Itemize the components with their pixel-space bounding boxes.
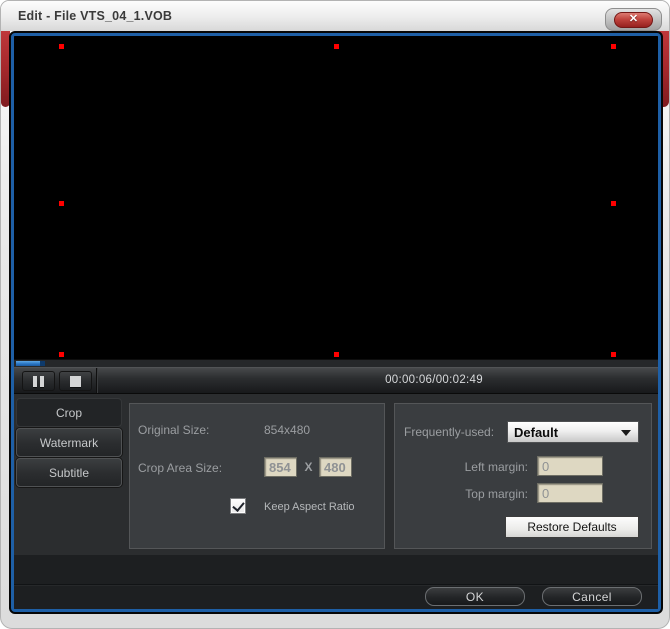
crop-handle-top-left[interactable] bbox=[59, 44, 64, 49]
stop-button[interactable] bbox=[59, 371, 92, 391]
seek-progress bbox=[16, 361, 40, 366]
cancel-button[interactable]: Cancel bbox=[542, 587, 642, 606]
crop-handle-bottom-center[interactable] bbox=[334, 352, 339, 357]
edit-dialog-window: Edit - File VTS_04_1.VOB ✕ bbox=[0, 0, 670, 629]
crop-size-separator: X bbox=[301, 460, 316, 474]
crop-area-size-label: Crop Area Size: bbox=[138, 461, 222, 475]
tab-subtitle[interactable]: Subtitle bbox=[16, 458, 122, 487]
original-size-value: 854x480 bbox=[264, 423, 310, 437]
crop-handle-bottom-left[interactable] bbox=[59, 352, 64, 357]
top-margin-input[interactable] bbox=[537, 483, 603, 503]
close-icon: ✕ bbox=[629, 14, 638, 25]
settings-area: Crop Watermark Subtitle Original Size: 8… bbox=[14, 393, 658, 555]
dialog-body: 00:00:06/00:02:49 Crop Watermark Subtitl… bbox=[9, 31, 663, 614]
stop-icon bbox=[70, 376, 81, 387]
footer-bar: OK Cancel bbox=[14, 555, 658, 609]
video-preview bbox=[14, 36, 658, 359]
tab-watermark[interactable]: Watermark bbox=[16, 428, 122, 457]
restore-defaults-label: Restore Defaults bbox=[527, 520, 616, 534]
original-size-label: Original Size: bbox=[138, 423, 209, 437]
footer-divider bbox=[14, 584, 658, 585]
keep-aspect-label: Keep Aspect Ratio bbox=[264, 501, 355, 513]
ok-button[interactable]: OK bbox=[425, 587, 525, 606]
tab-subtitle-label: Subtitle bbox=[49, 466, 89, 480]
crop-handle-top-right[interactable] bbox=[611, 44, 616, 49]
frequently-used-label: Frequently-used: bbox=[404, 425, 494, 439]
dropdown-arrow-icon bbox=[621, 430, 631, 436]
restore-defaults-button[interactable]: Restore Defaults bbox=[505, 516, 639, 538]
crop-handle-top-center[interactable] bbox=[334, 44, 339, 49]
top-margin-label: Top margin: bbox=[395, 487, 528, 501]
toolbar-divider bbox=[96, 368, 97, 394]
tab-crop[interactable]: Crop bbox=[16, 398, 122, 427]
seek-bar[interactable] bbox=[14, 359, 658, 367]
frequently-used-value: Default bbox=[508, 425, 558, 440]
close-button-well: ✕ bbox=[605, 8, 662, 31]
transport-bar: 00:00:06/00:02:49 bbox=[14, 367, 658, 393]
dialog-content: 00:00:06/00:02:49 Crop Watermark Subtitl… bbox=[11, 33, 661, 612]
ok-button-label: OK bbox=[466, 590, 484, 604]
frequently-used-dropdown[interactable]: Default bbox=[507, 421, 639, 443]
left-margin-label: Left margin: bbox=[395, 460, 528, 474]
left-margin-input[interactable] bbox=[537, 456, 603, 476]
window-title: Edit - File VTS_04_1.VOB bbox=[18, 9, 172, 23]
crop-height-input[interactable] bbox=[319, 457, 352, 477]
crop-width-input[interactable] bbox=[264, 457, 297, 477]
keep-aspect-checkbox[interactable] bbox=[230, 498, 246, 514]
crop-handle-mid-right[interactable] bbox=[611, 201, 616, 206]
pause-icon bbox=[33, 376, 44, 387]
crop-handle-mid-left[interactable] bbox=[59, 201, 64, 206]
margins-panel: Frequently-used: Default Left margin: To… bbox=[394, 403, 652, 549]
close-button[interactable]: ✕ bbox=[614, 12, 653, 28]
crop-panel: Original Size: 854x480 Crop Area Size: X… bbox=[129, 403, 385, 549]
titlebar[interactable]: Edit - File VTS_04_1.VOB ✕ bbox=[1, 1, 669, 31]
crop-handle-bottom-right[interactable] bbox=[611, 352, 616, 357]
pause-button[interactable] bbox=[22, 371, 55, 391]
cancel-button-label: Cancel bbox=[572, 590, 612, 604]
side-tabs: Crop Watermark Subtitle bbox=[16, 398, 122, 488]
tab-crop-label: Crop bbox=[56, 406, 82, 420]
tab-watermark-label: Watermark bbox=[40, 436, 98, 450]
time-display: 00:00:06/00:02:49 bbox=[334, 374, 534, 386]
seek-thumb[interactable] bbox=[40, 361, 45, 366]
